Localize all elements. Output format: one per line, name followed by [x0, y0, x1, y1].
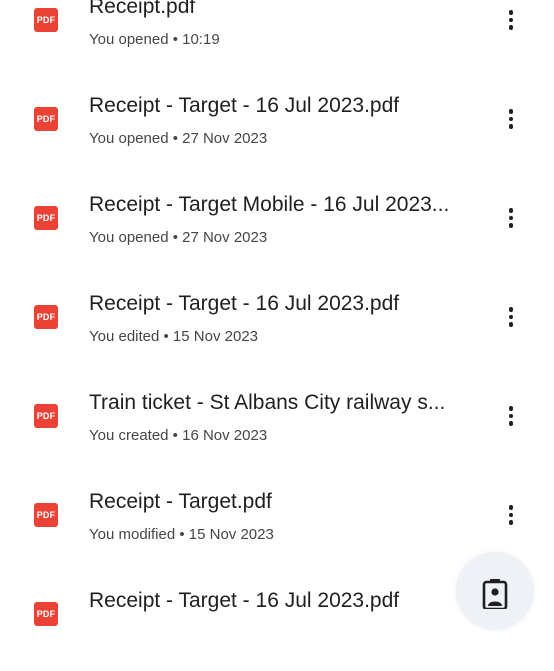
file-name: Receipt - Target Mobile - 16 Jul 2023... — [89, 193, 450, 216]
file-name: Train ticket - St Albans City railway s.… — [89, 391, 446, 414]
file-name: Receipt - Target - 16 Jul 2023.pdf — [89, 94, 400, 117]
pdf-icon: PDF — [34, 8, 58, 32]
pdf-icon: PDF — [34, 503, 58, 527]
more-options-button[interactable] — [491, 99, 531, 139]
file-row[interactable]: PDF Receipt - Target - 16 Jul 2023.pdf Y… — [0, 275, 554, 374]
more-options-button[interactable] — [491, 396, 531, 436]
more-vert-icon — [508, 406, 514, 411]
file-activity: You opened • 27 Nov 2023 — [89, 229, 268, 246]
file-name: Receipt - Target - 16 Jul 2023.pdf — [89, 292, 400, 315]
file-row[interactable]: PDF Receipt - Target.pdf You modified • … — [0, 473, 554, 572]
file-name: Receipt - Target - 16 Jul 2023.pdf — [89, 589, 400, 612]
more-options-button[interactable] — [491, 0, 531, 40]
file-activity: You created • 16 Nov 2023 — [89, 427, 268, 444]
file-row[interactable]: PDF Receipt - Target Mobile - 16 Jul 202… — [0, 176, 554, 275]
pdf-icon: PDF — [34, 602, 58, 626]
scan-fab-button[interactable] — [456, 552, 534, 630]
file-activity: You edited • 15 Nov 2023 — [89, 328, 258, 345]
file-name: Receipt - Target.pdf — [89, 490, 272, 513]
file-row[interactable]: PDF Train ticket - St Albans City railwa… — [0, 374, 554, 473]
pdf-icon: PDF — [34, 305, 58, 329]
pdf-icon: PDF — [34, 107, 58, 131]
scan-document-icon — [482, 579, 508, 609]
file-activity: You opened • 27 Nov 2023 — [89, 130, 268, 147]
more-options-button[interactable] — [491, 297, 531, 337]
more-vert-icon — [508, 307, 514, 312]
more-vert-icon — [508, 505, 514, 510]
pdf-icon: PDF — [34, 404, 58, 428]
pdf-icon: PDF — [34, 206, 58, 230]
file-activity: You opened • 10:19 — [89, 31, 220, 48]
more-options-button[interactable] — [491, 198, 531, 238]
file-activity: You modified • 15 Nov 2023 — [89, 526, 274, 543]
file-row[interactable]: PDF Receipt.pdf You opened • 10:19 — [0, 0, 554, 77]
file-row[interactable]: PDF Receipt - Target - 16 Jul 2023.pdf Y… — [0, 77, 554, 176]
more-options-button[interactable] — [491, 495, 531, 535]
more-vert-icon — [508, 208, 514, 213]
file-name: Receipt.pdf — [89, 0, 196, 18]
more-vert-icon — [508, 109, 514, 114]
more-vert-icon — [508, 10, 514, 15]
